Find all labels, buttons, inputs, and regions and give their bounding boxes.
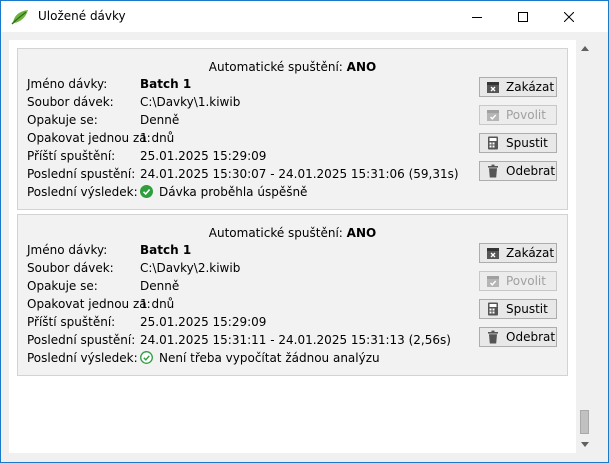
repeats-value: Denně <box>140 279 180 293</box>
minimize-button[interactable] <box>454 1 500 32</box>
next-run-value: 25.01.2025 15:29:09 <box>140 149 267 163</box>
last-result-value: Dávka proběhla úspěšně <box>140 185 307 199</box>
calendar-check-icon <box>487 276 499 287</box>
auto-run-status: Automatické spuštění: ANO <box>208 226 377 240</box>
close-icon <box>564 11 574 22</box>
calendar-check-icon <box>487 110 499 121</box>
name-label: Jméno dávky: <box>27 243 108 257</box>
last-run-label: Poslední spustění: <box>27 167 136 181</box>
trash-icon <box>488 330 498 344</box>
repeat-every-label: Opakovat jednou za: <box>27 131 151 145</box>
repeats-label: Opakuje se: <box>27 279 98 293</box>
trash-icon <box>488 164 498 178</box>
chevron-up-icon <box>580 46 589 51</box>
name-value: Batch 1 <box>140 243 192 257</box>
title-bar[interactable]: Uložené dávky <box>1 1 608 32</box>
last-run-value: 24.01.2025 15:31:11 - 24.01.2025 15:31:1… <box>140 333 451 347</box>
repeat-every-label: Opakovat jednou za: <box>27 297 151 311</box>
close-button[interactable] <box>546 1 592 32</box>
calculator-icon <box>488 136 498 150</box>
scroll-down-button[interactable] <box>576 436 593 453</box>
last-result-value: Není třeba vypočítat žádnou analýzu <box>140 351 380 365</box>
next-run-label: Příští spuštění: <box>27 315 116 329</box>
last-run-label: Poslední spustění: <box>27 333 136 347</box>
run-button[interactable]: Spustit <box>479 133 557 153</box>
file-value: C:\Davky\1.kiwib <box>140 95 241 109</box>
outline-check-icon <box>140 351 153 364</box>
calculator-icon <box>488 302 498 316</box>
file-value: C:\Davky\2.kiwib <box>140 261 241 275</box>
success-check-icon <box>140 185 153 198</box>
calendar-x-icon <box>487 248 499 259</box>
last-result-label: Poslední výsledek: <box>27 185 138 199</box>
scrollbar-thumb[interactable] <box>580 410 589 434</box>
app-leaf-icon <box>11 10 28 25</box>
window-title: Uložené dávky <box>38 9 126 23</box>
enable-button[interactable]: Povolit <box>479 105 557 125</box>
last-result-text: Dávka proběhla úspěšně <box>159 185 308 199</box>
next-run-label: Příští spuštění: <box>27 149 116 163</box>
scroll-up-button[interactable] <box>576 40 593 57</box>
last-run-value: 24.01.2025 15:30:07 - 24.01.2025 15:31:0… <box>140 167 459 181</box>
auto-run-status: Automatické spuštění: ANO <box>208 60 377 74</box>
enable-button[interactable]: Povolit <box>479 271 557 291</box>
minimize-icon <box>472 16 482 18</box>
file-label: Soubor dávek: <box>27 95 114 109</box>
batch-panel: Automatické spuštění: ANO Jméno dávky: B… <box>17 48 568 210</box>
window: Uložené dávky Automatické spuštění: ANO … <box>0 0 609 463</box>
repeats-label: Opakuje se: <box>27 113 98 127</box>
next-run-value: 25.01.2025 15:29:09 <box>140 315 267 329</box>
maximize-button[interactable] <box>500 1 546 32</box>
name-value: Batch 1 <box>140 77 192 91</box>
calendar-x-icon <box>487 82 499 93</box>
run-button[interactable]: Spustit <box>479 299 557 319</box>
disable-button[interactable]: Zakázat <box>479 243 557 263</box>
repeat-every-value: 1 dnů <box>140 131 175 145</box>
batch-list: Automatické spuštění: ANO Jméno dávky: B… <box>9 40 576 453</box>
chevron-down-icon <box>580 442 589 447</box>
vertical-scrollbar[interactable] <box>576 40 593 453</box>
maximize-icon <box>518 11 528 22</box>
file-label: Soubor dávek: <box>27 261 114 275</box>
last-result-label: Poslední výsledek: <box>27 351 138 365</box>
last-result-text: Není třeba vypočítat žádnou analýzu <box>159 351 380 365</box>
repeats-value: Denně <box>140 113 180 127</box>
batch-panel: Automatické spuštění: ANO Jméno dávky: B… <box>17 214 568 376</box>
repeat-every-value: 1 dnů <box>140 297 175 311</box>
remove-button[interactable]: Odebrat <box>479 161 557 181</box>
name-label: Jméno dávky: <box>27 77 108 91</box>
disable-button[interactable]: Zakázat <box>479 77 557 97</box>
remove-button[interactable]: Odebrat <box>479 327 557 347</box>
